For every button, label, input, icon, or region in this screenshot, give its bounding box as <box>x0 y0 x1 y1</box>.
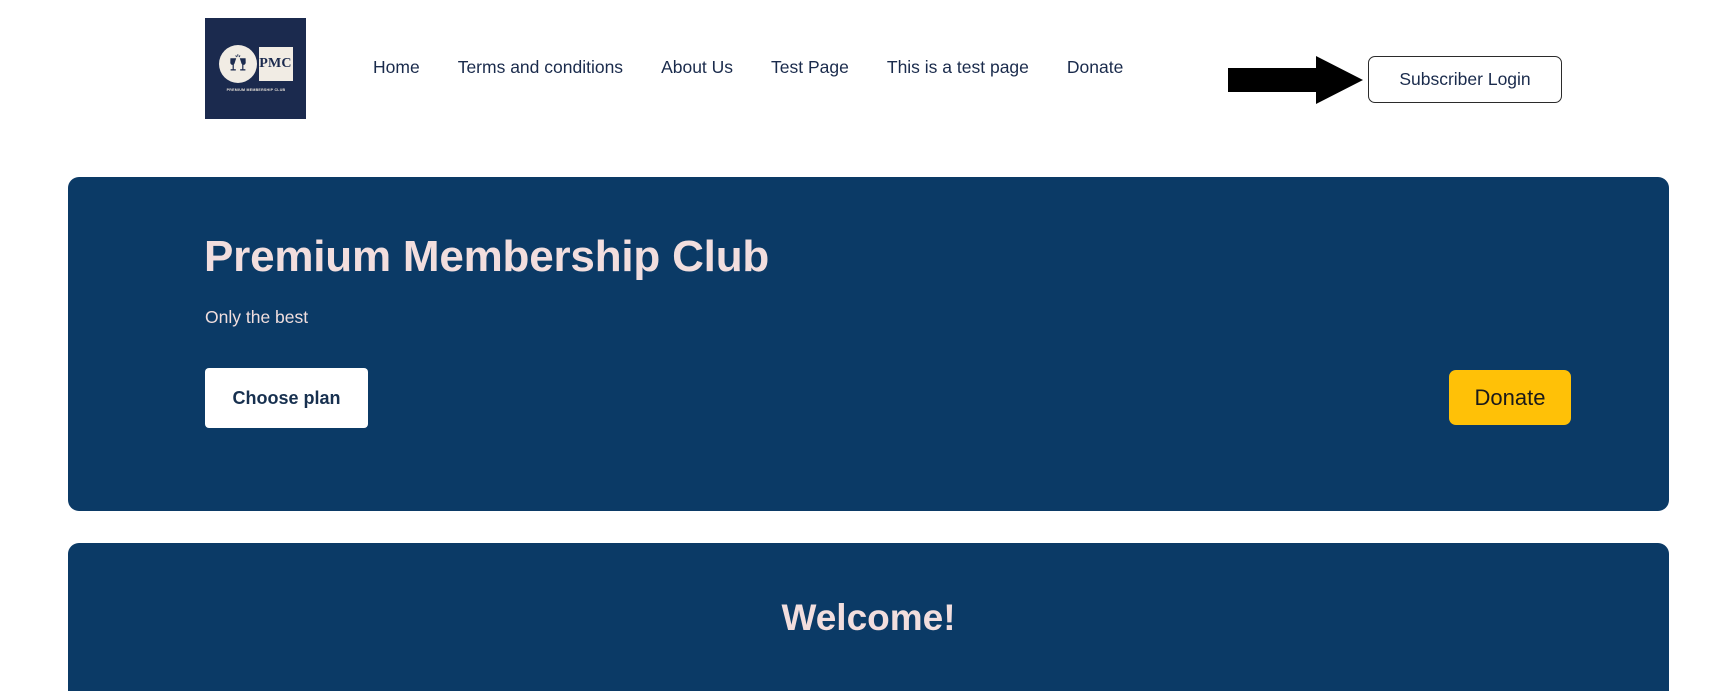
logo-tagline: PREMIUM MEMBERSHIP CLUB <box>226 87 285 93</box>
page-title: Premium Membership Club <box>204 232 770 281</box>
right-arrow-icon <box>1228 56 1363 104</box>
nav-item-test-page[interactable]: Test Page <box>752 53 868 83</box>
hero-actions: Choose plan Donate <box>68 368 1669 432</box>
donate-button[interactable]: Donate <box>1449 370 1571 426</box>
site-header: PMC PREMIUM MEMBERSHIP CLUB Home Terms a… <box>0 0 1734 135</box>
nav-item-about-us[interactable]: About Us <box>642 53 752 83</box>
nav-item-donate[interactable]: Donate <box>1048 53 1142 83</box>
subscriber-login-button[interactable]: Subscriber Login <box>1368 56 1562 103</box>
wine-glasses-icon <box>218 45 257 83</box>
nav-item-terms-and-conditions[interactable]: Terms and conditions <box>439 53 642 83</box>
pmc-logo[interactable]: PMC PREMIUM MEMBERSHIP CLUB <box>205 18 306 119</box>
choose-plan-button[interactable]: Choose plan <box>205 368 368 429</box>
logo-monogram: PMC <box>258 47 293 81</box>
welcome-panel: Welcome! <box>68 543 1669 691</box>
hero-panel: Premium Membership Club Only the best Ch… <box>68 177 1669 511</box>
welcome-title: Welcome! <box>781 597 956 638</box>
hero-subtitle: Only the best <box>205 307 309 328</box>
nav-item-home[interactable]: Home <box>354 53 439 83</box>
nav-item-this-is-a-test-page[interactable]: This is a test page <box>868 53 1048 83</box>
main-nav: Home Terms and conditions About Us Test … <box>354 53 1142 83</box>
logo-marks: PMC <box>218 45 293 83</box>
